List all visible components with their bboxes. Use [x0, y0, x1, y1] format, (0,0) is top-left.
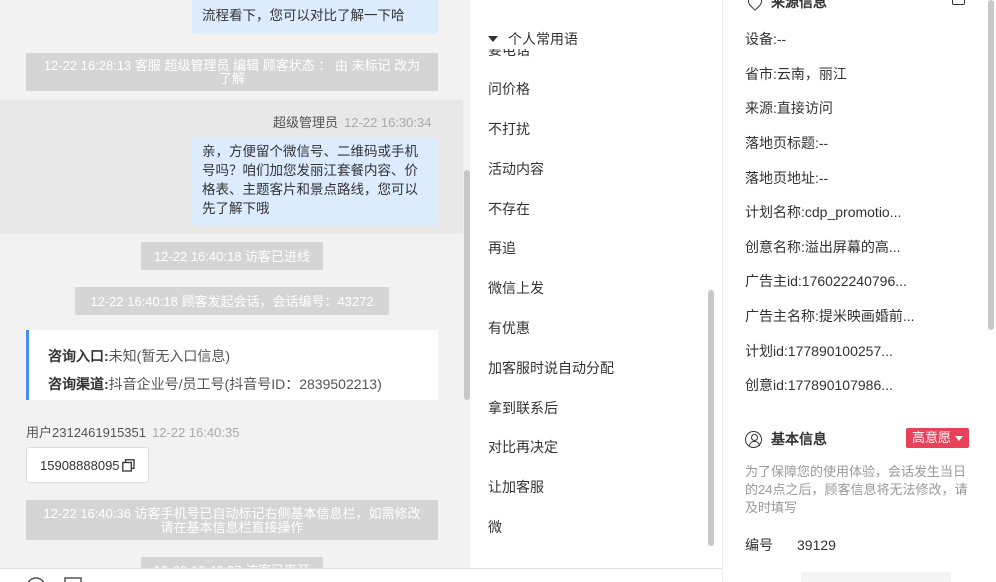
chat-panel: 呢，咱也发价格表，主题客片，拍摄 流程看下，您可以对比了解一下哈 12-22 1… — [0, 0, 470, 582]
edit-notice: 为了保障您的使用体验，会话发生当日的24点之后，顾客信息将无法修改，请及时填写 — [745, 464, 968, 515]
system-message-visitor-in: 12-22 16:40:18 访客已进线 — [141, 242, 323, 270]
agent-time: 12-22 16:30:34 — [344, 115, 432, 130]
intent-level-dropdown[interactable]: 高意愿 — [906, 428, 970, 448]
emoji-icon[interactable] — [26, 577, 46, 582]
consult-channel: 咨询渠道:抖音企业号/员工号(抖音号ID：2839502213) — [48, 376, 382, 392]
serial-value: 39129 — [797, 537, 836, 553]
phrase-item[interactable]: 拿到联系后 — [488, 398, 558, 418]
user-meta: 用户2312461915351 12-22 16:40:35 — [26, 422, 239, 441]
user-phone-text: 15908888095 — [40, 457, 120, 473]
phrase-item[interactable]: 对比再决定 — [488, 437, 558, 457]
user-phone-message[interactable]: 15908888095 — [26, 447, 149, 483]
info-panel-scrollbar[interactable] — [988, 0, 994, 330]
info-row-plan-name: 计划名称:cdp_promotio... — [745, 204, 902, 220]
info-row-landing-title: 落地页标题:-- — [745, 135, 829, 151]
dropdown-arrow-icon — [955, 435, 964, 441]
info-row-city: 省市:云南，丽江 — [745, 66, 847, 82]
phrase-item[interactable]: 再追 — [488, 238, 516, 258]
phrase-item[interactable]: 不存在 — [488, 199, 530, 219]
bubble-text: 流程看下，您可以对比了解一下哈 — [202, 8, 405, 23]
common-phrases-panel: 要电话 个人常用语 问价格 不打扰 活动内容 不存在 再追 微信上发 有优惠 加… — [470, 0, 722, 568]
phrase-item[interactable]: 活动内容 — [488, 159, 544, 179]
copy-icon[interactable] — [121, 458, 135, 472]
basic-info-header: 基本信息 — [745, 429, 827, 449]
intent-level-label: 高意愿 — [912, 430, 952, 445]
info-row-device: 设备:-- — [745, 31, 787, 47]
info-row-advertiser-id: 广告主id:176022240796... — [745, 273, 907, 289]
info-row-landing-url: 落地页地址:-- — [745, 170, 829, 186]
phrase-item[interactable]: 问价格 — [488, 79, 530, 99]
visitor-message-bubble: 呢，咱也发价格表，主题客片，拍摄 流程看下，您可以对比了解一下哈 — [192, 0, 438, 34]
phrase-item[interactable]: 有优惠 — [488, 318, 530, 338]
source-info-title: 来源信息 — [771, 0, 827, 10]
serial-number-row: 编号 39129 — [745, 535, 836, 555]
phrase-item[interactable]: 让加客服 — [488, 477, 544, 497]
caret-down-icon — [488, 36, 498, 42]
phrase-item[interactable]: 加客服时说自动分配 — [488, 358, 614, 378]
chat-input-toolbar — [0, 568, 722, 582]
customer-info-panel: 来源信息 设备:-- 省市:云南，丽江 来源:直接访问 落地页标题:-- 落地页… — [722, 0, 996, 582]
basic-info-title: 基本信息 — [771, 431, 827, 447]
field-input-partial[interactable] — [801, 572, 951, 582]
image-icon[interactable] — [64, 577, 82, 582]
user-name: 用户2312461915351 — [26, 425, 146, 440]
info-row-advertiser-name: 广告主名称:提米映画婚前... — [745, 308, 915, 324]
info-row-plan-id: 计划id:177890100257... — [745, 343, 893, 359]
system-message-session-start: 12-22 16:40:18 顾客发起会话，会话编号：43272 — [75, 287, 389, 315]
location-icon — [745, 0, 765, 11]
edit-icon[interactable] — [952, 0, 965, 5]
phrase-item[interactable]: 不打扰 — [488, 119, 530, 139]
phrases-group-title: 个人常用语 — [508, 31, 578, 47]
phrases-scrollbar[interactable] — [708, 290, 714, 546]
user-circle-icon — [745, 430, 762, 448]
info-row-creative-id: 创意id:177890107986... — [745, 377, 893, 393]
system-message-auto-mark: 12-22 16:40:36 访客手机号已自动标记右侧基本信息栏，如需修改请在基… — [26, 500, 438, 540]
info-row-creative-name: 创意名称:溢出屏幕的高... — [745, 239, 901, 255]
phrase-item[interactable]: 微 — [488, 517, 502, 537]
phrase-item[interactable]: 微信上发 — [488, 278, 544, 298]
agent-message-bubble: 亲，方便留个微信号、二维码或手机号吗？咱们加您发丽江套餐内容、价格表、主题客片和… — [192, 137, 438, 225]
serial-label: 编号 — [745, 537, 773, 553]
agent-meta: 超级管理员 12-22 16:30:34 — [273, 112, 431, 131]
user-time: 12-22 16:40:35 — [152, 425, 240, 440]
info-row-source: 来源:直接访问 — [745, 100, 833, 116]
system-message-status-change: 12-22 16:28:13 客服 超级管理员 编辑 顾客状态 ： 由 未标记 … — [26, 53, 438, 91]
agent-name: 超级管理员 — [273, 115, 339, 130]
consult-entry: 咨询入口:未知(暂无入口信息) — [48, 348, 230, 364]
consult-info-card: 咨询入口:未知(暂无入口信息) 咨询渠道:抖音企业号/员工号(抖音号ID：283… — [26, 330, 438, 400]
phrases-group-header[interactable]: 个人常用语 — [488, 29, 584, 49]
